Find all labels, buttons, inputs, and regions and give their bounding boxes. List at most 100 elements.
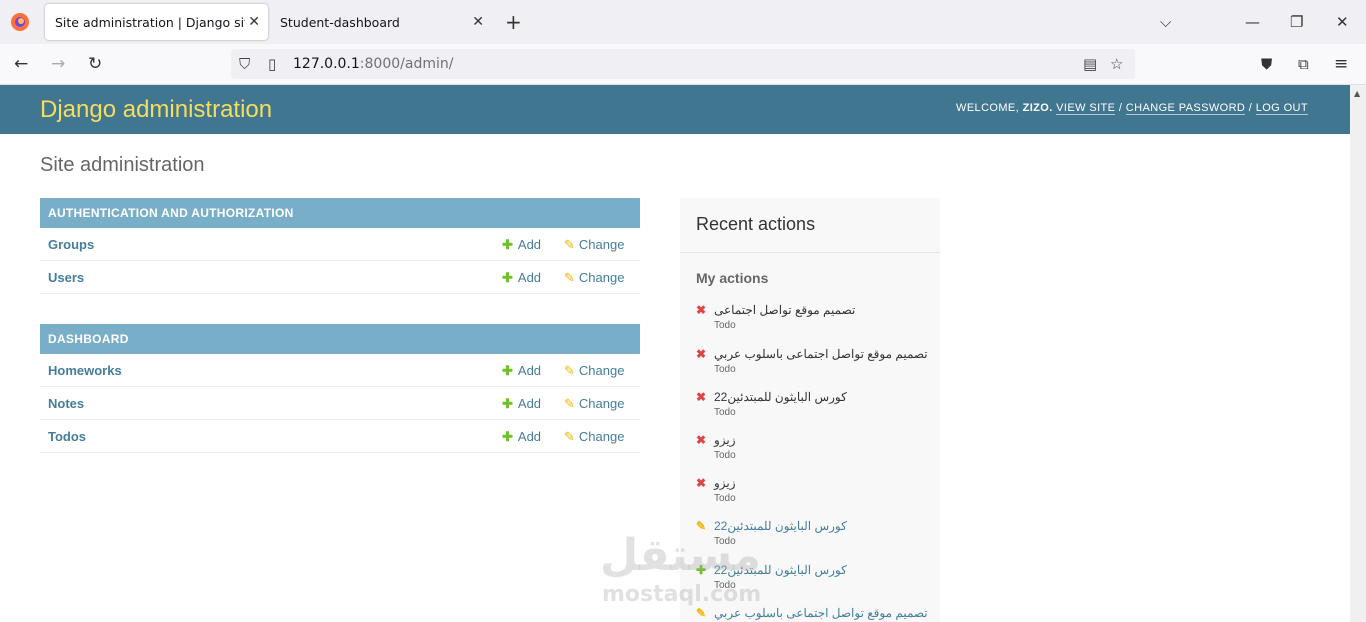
- plus-icon: ✚: [502, 270, 513, 285]
- tab-title: Site administration | Django site admin: [55, 14, 245, 30]
- separator: /: [1248, 102, 1253, 114]
- model-row-groups: Groups ✚ Add ✎ Change: [40, 228, 640, 261]
- action-type: Todo: [714, 407, 736, 418]
- divider: [680, 252, 940, 253]
- action-object: زيزو: [714, 433, 736, 447]
- page-title: Site administration: [40, 154, 205, 176]
- change-users-button[interactable]: ✎ Change: [564, 270, 624, 286]
- page-scrollbar[interactable]: ▲: [1350, 85, 1366, 622]
- separator: /: [1118, 102, 1123, 114]
- close-tab-icon[interactable]: ✕: [248, 13, 260, 31]
- change-notes-button[interactable]: ✎ Change: [564, 396, 624, 412]
- action-object: كورس البايثون للمبتدئين22: [714, 390, 847, 404]
- tab-title: Student-dashboard: [280, 14, 400, 30]
- action-object-link[interactable]: تصميم موقع تواصل اجتماعى باسلوب عربي: [714, 605, 928, 621]
- site-branding[interactable]: Django administration: [40, 96, 272, 124]
- username: ZIZO.: [1022, 102, 1053, 114]
- change-todos-button[interactable]: ✎ Change: [564, 429, 624, 445]
- add-notes-button[interactable]: ✚ Add: [502, 396, 541, 412]
- model-row-users: Users ✚ Add ✎ Change: [40, 261, 640, 294]
- add-users-button[interactable]: ✚ Add: [502, 270, 541, 286]
- firefox-icon[interactable]: [10, 12, 30, 32]
- add-todos-button[interactable]: ✚ Add: [502, 429, 541, 445]
- delete-icon: ✖: [696, 303, 707, 317]
- model-link-notes[interactable]: Notes: [48, 396, 84, 411]
- add-label: Add: [517, 237, 542, 252]
- module-caption[interactable]: AUTHENTICATION AND AUTHORIZATION: [40, 198, 640, 228]
- forward-icon[interactable]: →: [51, 54, 65, 74]
- module-dashboard: DASHBOARD Homeworks ✚ Add ✎ Change Notes ✚…: [40, 324, 640, 453]
- scroll-up-icon[interactable]: ▲: [1354, 89, 1360, 98]
- change-groups-button[interactable]: ✎ Change: [564, 237, 624, 253]
- change-password-link[interactable]: CHANGE PASSWORD: [1125, 102, 1246, 115]
- action-type: Todo: [714, 364, 736, 375]
- model-row-homeworks: Homeworks ✚ Add ✎ Change: [40, 354, 640, 387]
- close-tab-icon[interactable]: ✕: [472, 13, 484, 31]
- reload-icon[interactable]: ↻: [88, 54, 102, 74]
- restore-icon[interactable]: ❐: [1290, 12, 1303, 32]
- module-authentication: AUTHENTICATION AND AUTHORIZATION Groups …: [40, 198, 640, 294]
- menu-icon[interactable]: ≡: [1334, 54, 1348, 74]
- model-link-homeworks[interactable]: Homeworks: [48, 363, 122, 378]
- pencil-icon: ✎: [564, 396, 575, 411]
- browser-nav-bar: ← → ↻ ⛉ ▯ 127.0.0.1:8000/admin/ ▤ ☆ ⛊ ⧉ …: [0, 44, 1366, 85]
- change-label: Change: [578, 363, 625, 378]
- watermark-arabic: مستقل: [600, 530, 761, 581]
- reader-view-icon[interactable]: ▤: [1083, 54, 1097, 74]
- list-all-tabs-icon[interactable]: ⌵: [1160, 12, 1171, 32]
- change-label: Change: [578, 429, 625, 444]
- change-label: Change: [578, 237, 625, 252]
- plus-icon: ✚: [502, 396, 513, 411]
- model-link-groups[interactable]: Groups: [48, 237, 94, 252]
- bookmark-star-icon[interactable]: ☆: [1110, 54, 1123, 74]
- pocket-icon[interactable]: ⛊: [1261, 54, 1272, 74]
- change-homeworks-button[interactable]: ✎ Change: [564, 363, 624, 379]
- pencil-icon: ✎: [564, 429, 575, 444]
- model-row-notes: Notes ✚ Add ✎ Change: [40, 387, 640, 420]
- url-path: :8000/admin/: [359, 56, 454, 72]
- add-groups-button[interactable]: ✚ Add: [502, 237, 541, 253]
- model-link-users[interactable]: Users: [48, 270, 84, 285]
- minimize-icon[interactable]: —: [1245, 12, 1260, 32]
- log-out-link[interactable]: LOG OUT: [1255, 102, 1308, 115]
- new-tab-icon[interactable]: +: [505, 10, 522, 34]
- url-text[interactable]: 127.0.0.1:8000/admin/: [293, 56, 453, 72]
- delete-icon: ✖: [696, 433, 707, 447]
- delete-icon: ✖: [696, 347, 707, 361]
- url-host: 127.0.0.1: [293, 56, 360, 72]
- url-bar[interactable]: ⛉ ▯ 127.0.0.1:8000/admin/ ▤ ☆: [231, 49, 1135, 79]
- close-window-icon[interactable]: ✕: [1336, 12, 1349, 32]
- delete-icon: ✖: [696, 390, 707, 404]
- action-object: تصميم موقع تواصل اجتماعى باسلوب عربي: [714, 347, 928, 361]
- browser-tab-bar: Site administration | Django site admin …: [0, 0, 1366, 44]
- tab-student-dashboard[interactable]: Student-dashboard ✕: [270, 4, 492, 40]
- action-type: Todo: [714, 493, 736, 504]
- action-object: زيزو: [714, 476, 736, 490]
- module-caption[interactable]: DASHBOARD: [40, 324, 640, 354]
- plus-icon: ✚: [502, 429, 513, 444]
- add-label: Add: [517, 429, 542, 444]
- view-site-link[interactable]: VIEW SITE: [1056, 102, 1116, 115]
- recent-actions-title: Recent actions: [696, 214, 816, 234]
- action-type: Todo: [714, 320, 736, 331]
- add-label: Add: [517, 270, 542, 285]
- add-label: Add: [517, 363, 542, 378]
- shield-icon[interactable]: ⛉: [239, 54, 250, 74]
- tab-site-administration[interactable]: Site administration | Django site admin …: [45, 4, 268, 40]
- pencil-icon: ✎: [696, 606, 707, 620]
- page-icon[interactable]: ▯: [268, 54, 276, 74]
- my-actions-title: My actions: [696, 270, 769, 286]
- add-label: Add: [517, 396, 542, 411]
- watermark-latin: mostaql.com: [602, 582, 762, 607]
- action-object: تصميم موقع تواصل اجتماعى: [714, 303, 856, 317]
- plus-icon: ✚: [502, 237, 513, 252]
- add-homeworks-button[interactable]: ✚ Add: [502, 363, 541, 379]
- action-type: Todo: [714, 450, 736, 461]
- pencil-icon: ✎: [564, 363, 575, 378]
- change-label: Change: [578, 396, 625, 411]
- back-icon[interactable]: ←: [14, 54, 28, 74]
- model-link-todos[interactable]: Todos: [48, 429, 86, 444]
- extensions-icon[interactable]: ⧉: [1298, 54, 1309, 74]
- admin-header: Django administration WELCOME, ZIZO. VIE…: [0, 85, 1350, 134]
- model-row-todos: Todos ✚ Add ✎ Change: [40, 420, 640, 453]
